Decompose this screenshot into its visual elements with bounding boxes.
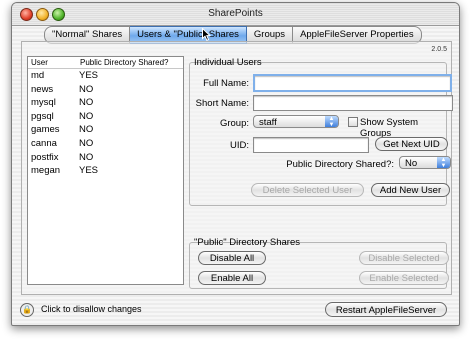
table-row[interactable]: canna NO (28, 137, 183, 151)
user-cell: games (31, 124, 60, 136)
shared-cell: YES (79, 70, 99, 81)
user-cell: mysql (31, 97, 56, 109)
lock-status-text[interactable]: Click to disallow changes (41, 304, 142, 314)
user-table-header: User Public Directory Shared? (28, 57, 183, 69)
disable-selected-button[interactable]: Disable Selected (359, 251, 449, 265)
table-row[interactable]: news NO (28, 83, 183, 97)
sharepoints-window: SharePoints "Normal" Shares Users & "Pub… (11, 2, 460, 326)
shared-cell: NO (79, 83, 94, 95)
version-label: 2.0.5 (431, 46, 447, 53)
popup-arrows-icon: ▲ ▼ (437, 157, 450, 169)
public-shares-title: "Public" Directory Shares (194, 237, 301, 248)
table-row[interactable]: md YES (28, 69, 183, 83)
shared-cell: NO (79, 97, 94, 109)
user-cell: news (31, 83, 54, 95)
table-row[interactable]: pgsql NO (28, 110, 183, 124)
shared-cell: NO (79, 137, 94, 149)
user-cell: postfix (31, 151, 59, 163)
short-name-field[interactable] (253, 95, 453, 111)
group-popup-value: staff (259, 117, 277, 128)
user-cell: pgsql (31, 110, 54, 122)
user-cell: md (31, 70, 45, 81)
lock-icon[interactable]: 🔒 (20, 303, 34, 317)
user-cell: megan (31, 165, 61, 177)
mouse-pointer-icon (202, 28, 211, 41)
short-name-label: Short Name: (195, 98, 249, 109)
shared-cell: NO (79, 110, 94, 122)
enable-selected-button[interactable]: Enable Selected (359, 271, 449, 285)
get-next-uid-button[interactable]: Get Next UID (375, 137, 448, 151)
user-table[interactable]: User Public Directory Shared? md YES news… (27, 56, 184, 285)
shared-cell: NO (79, 124, 94, 136)
full-name-field[interactable] (253, 74, 452, 92)
full-name-label: Full Name: (203, 78, 249, 89)
uid-label: UID: (230, 140, 249, 151)
add-new-user-button[interactable]: Add New User (371, 183, 450, 197)
table-row[interactable]: postfix NO (28, 151, 183, 165)
group-label: Group: (219, 118, 249, 129)
column-header-public-shared[interactable]: Public Directory Shared? (77, 57, 168, 68)
public-dir-shared-label: Public Directory Shared?: (286, 159, 394, 170)
title-bar[interactable]: SharePoints (12, 3, 459, 26)
user-cell: canna (31, 137, 57, 149)
column-header-user[interactable]: User (28, 57, 77, 68)
show-system-groups-label[interactable]: Show System Groups (360, 117, 451, 139)
group-popup[interactable]: staff ▲ ▼ (253, 115, 339, 128)
tab-content-pane: 2.0.5 User Public Directory Shared? md YE… (21, 41, 453, 295)
uid-field[interactable] (253, 137, 369, 153)
table-row[interactable]: mysql NO (28, 96, 183, 110)
shared-cell: YES (79, 165, 99, 177)
show-system-groups-checkbox[interactable] (348, 117, 358, 127)
table-row[interactable]: games NO (28, 123, 183, 137)
public-dir-shared-popup[interactable]: No ▲ ▼ (399, 156, 451, 169)
individual-users-title: Individual Users (194, 57, 262, 68)
delete-selected-user-button[interactable]: Delete Selected User (251, 183, 364, 197)
enable-all-button[interactable]: Enable All (198, 271, 266, 285)
table-row[interactable]: megan YES (28, 164, 183, 178)
popup-arrows-icon: ▲ ▼ (325, 116, 338, 128)
disable-all-button[interactable]: Disable All (198, 251, 266, 265)
window-title: SharePoints (208, 8, 263, 19)
public-dir-shared-value: No (405, 158, 418, 169)
shared-cell: NO (79, 151, 94, 163)
restart-afp-button[interactable]: Restart AppleFileServer (325, 302, 447, 317)
